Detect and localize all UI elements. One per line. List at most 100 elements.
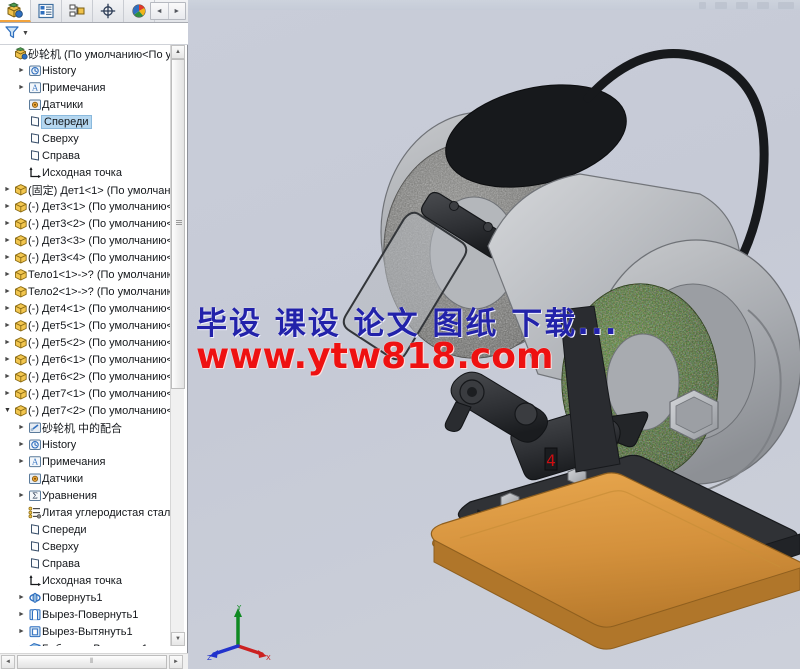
tree-row[interactable]: ► (-) Дет3<4> (По умолчанию< — [0, 249, 170, 266]
chevron-right-icon[interactable]: ► — [2, 373, 13, 380]
chevron-right-icon[interactable]: ► — [16, 628, 27, 635]
graphics-viewport[interactable]: 4 毕设 课设 论文 图纸 下载... www.ytw818.com Y X Z — [188, 10, 800, 669]
chevron-right-icon[interactable]: ► — [2, 203, 13, 210]
chevron-right-icon[interactable]: ► — [16, 492, 27, 499]
tree-row[interactable]: ► (-) Дет3<1> (По умолчанию< — [0, 198, 170, 215]
chevron-right-icon[interactable]: ► — [2, 220, 13, 227]
tree-row[interactable]: ► (-) Дет4<1> (По умолчанию< — [0, 300, 170, 317]
tree-row[interactable]: ► Вырез-Повернуть1 — [0, 606, 170, 623]
toolbar-ghost-icon[interactable] — [699, 1, 706, 9]
dimxpert-manager-tab[interactable] — [93, 0, 124, 22]
tree-row[interactable]: Литая углеродистая сталь — [0, 504, 170, 521]
tree-row[interactable]: ► Тело1<1>->? (По умолчанию — [0, 266, 170, 283]
tab-nav-buttons[interactable]: ◄ ► — [150, 2, 186, 20]
tree-row[interactable]: ► History — [0, 62, 170, 79]
scroll-right-button[interactable]: ► — [169, 655, 183, 669]
tree-row[interactable]: ► (-) Дет3<3> (По умолчанию< — [0, 232, 170, 249]
scroll-left-button[interactable]: ◄ — [1, 655, 15, 669]
tree-row[interactable]: ► (-) Дет5<2> (По умолчанию< — [0, 334, 170, 351]
tree-row[interactable]: ► Σ Уравнения — [0, 487, 170, 504]
tree-root-row[interactable]: 砂轮机 (По умолчанию<По умоль — [0, 45, 170, 62]
tree-horizontal-scrollbar[interactable]: ◄ ⦀ ► — [0, 653, 188, 669]
chevron-right-icon[interactable]: ► — [16, 84, 27, 91]
tree-row[interactable]: ► (-) Дет6<2> (По умолчанию< — [0, 368, 170, 385]
filter-caret-icon[interactable]: ▼ — [22, 30, 29, 37]
chevron-right-icon[interactable]: ► — [2, 254, 13, 261]
partial-toolbar-icons[interactable] — [699, 0, 794, 10]
chevron-right-icon[interactable]: ► — [2, 322, 13, 329]
sensors-icon — [27, 472, 42, 485]
plane-icon — [27, 540, 42, 553]
tree-row[interactable]: Датчики — [0, 96, 170, 113]
tree-row-label: (-) Дет3<1> (По умолчанию< — [28, 200, 170, 213]
scroll-up-button[interactable]: ▲ — [171, 45, 185, 59]
chevron-right-icon[interactable]: ► — [16, 441, 27, 448]
feature-tree[interactable]: 砂轮机 (По умолчанию<По умоль ► History ► A При… — [0, 45, 170, 646]
chevron-right-icon[interactable]: ► — [2, 339, 13, 346]
chevron-down-icon[interactable]: ▼ — [2, 407, 13, 414]
tree-row[interactable]: ► (-) Дет7<1> (По умолчанию< — [0, 385, 170, 402]
chevron-right-icon[interactable]: ► — [16, 594, 27, 601]
tree-row[interactable]: ► (-) Дет5<1> (По умолчанию< — [0, 317, 170, 334]
tree-row[interactable]: Спереди — [0, 113, 170, 130]
tree-filter-row[interactable]: ▼ — [0, 23, 188, 45]
tree-row[interactable]: ► Вырез-Вытянуть1 — [0, 623, 170, 640]
tree-row[interactable]: Сверху — [0, 538, 170, 555]
tree-row[interactable]: Сверху — [0, 130, 170, 147]
origin-icon — [27, 574, 42, 587]
scroll-thumb-horizontal[interactable]: ⦀ — [17, 655, 167, 669]
origin-icon — [27, 166, 42, 179]
tree-row[interactable]: ▼ (-) Дет7<2> (По умолчанию< — [0, 402, 170, 419]
tree-row[interactable]: ► Бобышка-Вытянуть1 — [0, 640, 170, 646]
tree-row[interactable]: Спереди — [0, 521, 170, 538]
toolbar-ghost-icon[interactable] — [757, 1, 769, 9]
tree-row-label: Датчики — [42, 98, 84, 111]
tab-nav-next[interactable]: ► — [169, 3, 186, 19]
toolbar-ghost-icon[interactable] — [715, 1, 727, 9]
tree-row[interactable]: ► (-) Дет6<1> (По умолчанию< — [0, 351, 170, 368]
tree-row[interactable]: Справа — [0, 555, 170, 572]
color-sphere-icon — [130, 3, 148, 19]
tree-row-label: Литая углеродистая сталь — [42, 506, 170, 519]
scroll-thumb-vertical[interactable] — [171, 59, 185, 389]
chevron-right-icon[interactable]: ► — [2, 305, 13, 312]
chevron-right-icon[interactable]: ► — [2, 271, 13, 278]
chevron-right-icon[interactable]: ► — [2, 186, 13, 193]
chevron-right-icon[interactable]: ► — [2, 288, 13, 295]
chevron-right-icon[interactable]: ► — [16, 424, 27, 431]
boss-extrude-icon — [27, 642, 42, 646]
tree-row[interactable]: ► A Примечания — [0, 79, 170, 96]
chevron-right-icon[interactable]: ► — [16, 458, 27, 465]
solidworks-window: ◄ ► ▼ 砂轮机 (По умолчанию<По у ► History ►… — [0, 0, 800, 669]
tree-row[interactable]: Справа — [0, 147, 170, 164]
tree-vertical-scrollbar[interactable]: ▲ ▼ — [170, 45, 185, 646]
plane-icon — [27, 115, 42, 128]
svg-text:Σ: Σ — [32, 492, 38, 501]
toolbar-ghost-icon[interactable] — [736, 1, 748, 9]
tree-row[interactable]: ► (固定) Дет1<1> (По умолчани — [0, 181, 170, 198]
tree-row-label: Бобышка-Вытянуть1 — [42, 643, 148, 647]
tree-row[interactable]: ► History — [0, 436, 170, 453]
chevron-right-icon[interactable]: ► — [2, 390, 13, 397]
scroll-down-button[interactable]: ▼ — [171, 632, 185, 646]
tree-row[interactable]: Исходная точка — [0, 164, 170, 181]
property-manager-tab[interactable] — [31, 0, 62, 22]
tree-row[interactable]: Датчики — [0, 470, 170, 487]
chevron-right-icon[interactable]: ► — [16, 67, 27, 74]
chevron-right-icon[interactable]: ► — [2, 237, 13, 244]
tree-row[interactable]: Исходная точка — [0, 572, 170, 589]
chevron-right-icon[interactable]: ► — [16, 611, 27, 618]
configuration-manager-tab[interactable] — [62, 0, 93, 22]
tree-row[interactable]: ► (-) Дет3<2> (По умолчанию< — [0, 215, 170, 232]
tree-row[interactable]: ► A Примечания — [0, 453, 170, 470]
tree-row[interactable]: ► Повернуть1 — [0, 589, 170, 606]
feature-manager-tab[interactable] — [0, 0, 31, 22]
tree-row[interactable]: ► Тело2<1>->? (По умолчанию — [0, 283, 170, 300]
chevron-right-icon[interactable]: ► — [16, 645, 27, 646]
tab-nav-prev[interactable]: ◄ — [151, 3, 169, 19]
tree-row-label: Датчики — [42, 472, 84, 485]
tree-row[interactable]: ► 砂轮机 中的配合 — [0, 419, 170, 436]
toolbar-ghost-icon[interactable] — [778, 1, 794, 9]
chevron-right-icon[interactable]: ► — [2, 356, 13, 363]
filter-funnel-icon[interactable] — [4, 24, 20, 43]
